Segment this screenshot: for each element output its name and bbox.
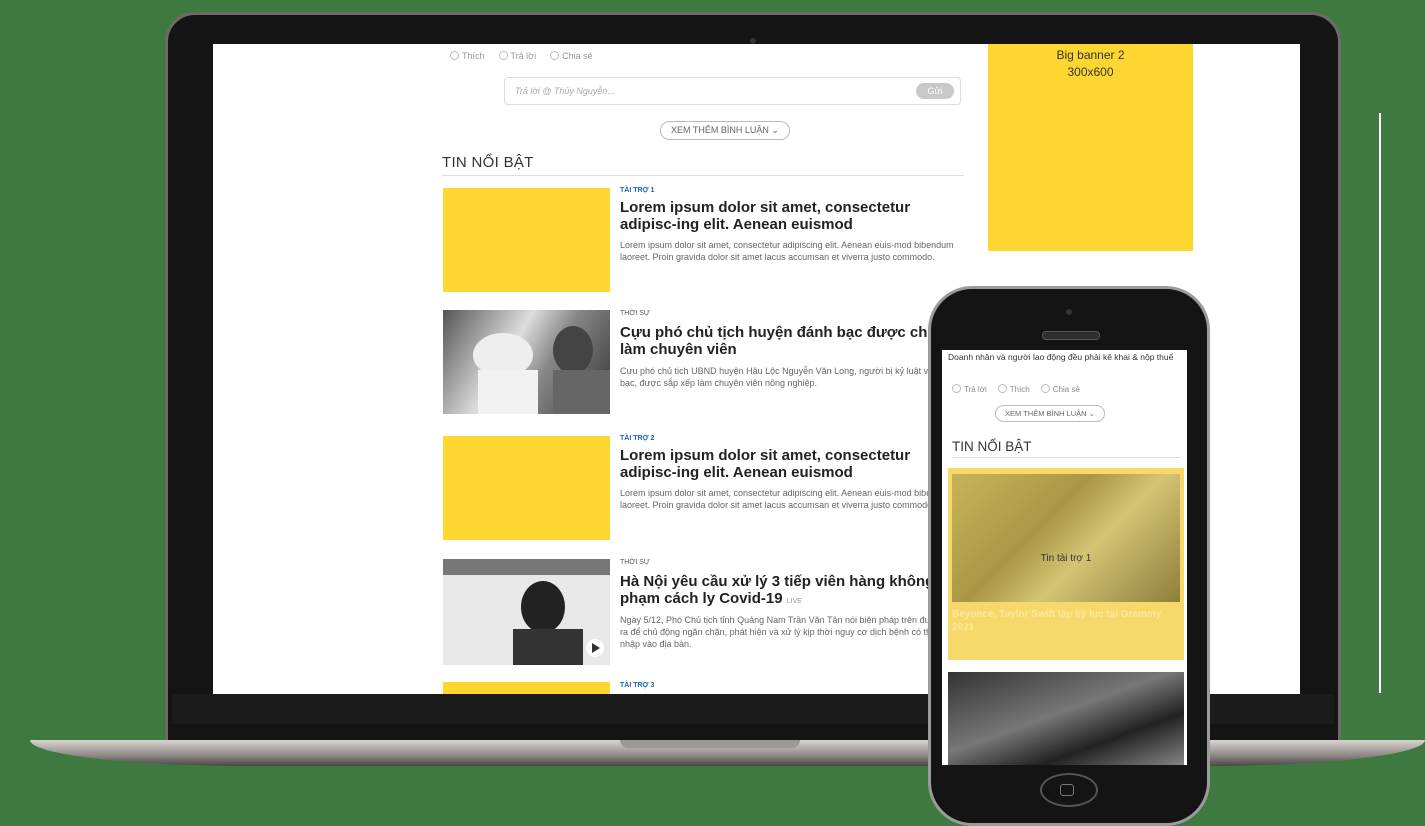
phone-screen: Doanh nhân và người lao động đều phải kê… (942, 350, 1187, 765)
person-photo (443, 559, 610, 665)
card-title: Beyonce, Taylor Swift lập kỷ lục tại Gra… (952, 609, 1162, 633)
reply-input[interactable]: Trả lời @ Thủy Nguyễn... Gửi (504, 77, 961, 105)
article-title[interactable]: Lorem ipsum dolor sit amet, consectetur … (620, 447, 966, 481)
article-title[interactable]: Hà Nội yêu cầu xử lý 3 tiếp viên hàng kh… (620, 573, 966, 610)
big-banner-ad[interactable]: Big banner 2 300x600 (988, 44, 1193, 251)
section-title: TIN NỔI BẬT (952, 439, 1032, 454)
banner-line-1: Big banner 2 (1056, 48, 1125, 62)
chevron-down-icon: ⌄ (1088, 409, 1095, 418)
article-title-text: Hà Nội yêu cầu xử lý 3 tiếp viên hàng kh… (620, 573, 951, 607)
article-category[interactable]: TÀI TRỢ 1 (620, 187, 654, 194)
article-category[interactable]: THỜI SỰ (620, 559, 650, 566)
article-summary: Ngày 5/12, Phó Chủ tịch tỉnh Quảng Nam T… (620, 615, 960, 649)
like-action[interactable]: Thích (998, 384, 1030, 394)
ad-thumbnail[interactable] (443, 682, 610, 694)
medical-worker-photo (473, 326, 610, 414)
ad-label: Tin tài trợ 1 (1040, 553, 1092, 564)
comment-actions: Thích Trả lời Chia sẻ (450, 51, 593, 61)
comment-text: Doanh nhân và người lao động đều phải kê… (948, 352, 1174, 362)
live-badge: LIVE (786, 598, 802, 605)
more-comments-label: XEM THÊM BÌNH LUẬN (1005, 409, 1087, 418)
reply-action[interactable]: Trả lời (952, 384, 987, 394)
sponsored-photo (952, 474, 1180, 602)
home-icon (1060, 784, 1074, 796)
article-thumbnail[interactable] (443, 310, 610, 414)
phone-speaker (1042, 331, 1100, 340)
sponsored-card[interactable]: Tin tài trợ 1 Beyonce, Taylor Swift lập … (948, 468, 1184, 660)
decorative-line (1379, 113, 1381, 693)
article-thumbnail[interactable] (948, 672, 1184, 765)
section-title: TIN NỔI BẬT (442, 154, 534, 171)
reply-action[interactable]: Trả lời (499, 51, 537, 61)
more-comments-label: XEM THÊM BÌNH LUẬN (671, 125, 769, 135)
reply-placeholder: Trả lời @ Thủy Nguyễn... (515, 86, 615, 96)
more-comments-button[interactable]: XEM THÊM BÌNH LUẬN ⌄ (660, 121, 790, 140)
ad-thumbnail[interactable] (443, 436, 610, 540)
divider (442, 175, 964, 176)
share-action[interactable]: Chia sẻ (550, 51, 593, 61)
comment-actions: Trả lời Thích Chia sẻ (952, 384, 1080, 394)
divider (952, 457, 1180, 458)
banner-line-2: 300x600 (1067, 65, 1114, 79)
laptop-notch (620, 740, 800, 748)
article-category[interactable]: TÀI TRỢ 2 (620, 435, 654, 442)
phone-camera (1066, 309, 1072, 315)
share-action[interactable]: Chia sẻ (1041, 384, 1080, 394)
article-title[interactable]: Cựu phó chủ tịch huyện đánh bạc được chu… (620, 324, 966, 358)
article-thumbnail[interactable] (443, 559, 610, 665)
chevron-down-icon: ⌄ (771, 125, 779, 135)
article-summary: Cựu phó chủ tịch UBND huyện Hậu Lộc Nguy… (620, 366, 954, 388)
article-title[interactable]: Lorem ipsum dolor sit amet, consectetur … (620, 199, 966, 233)
more-comments-button[interactable]: XEM THÊM BÌNH LUẬN ⌄ (995, 405, 1105, 422)
article-summary: Lorem ipsum dolor sit amet, consectetur … (620, 240, 954, 262)
ad-thumbnail[interactable] (443, 188, 610, 292)
send-button[interactable]: Gửi (916, 83, 954, 99)
article-category[interactable]: THỜI SỰ (620, 310, 650, 317)
like-action[interactable]: Thích (450, 51, 485, 61)
article-summary: Lorem ipsum dolor sit amet, consectetur … (620, 488, 954, 510)
article-category[interactable]: TÀI TRỢ 3 (620, 682, 654, 689)
